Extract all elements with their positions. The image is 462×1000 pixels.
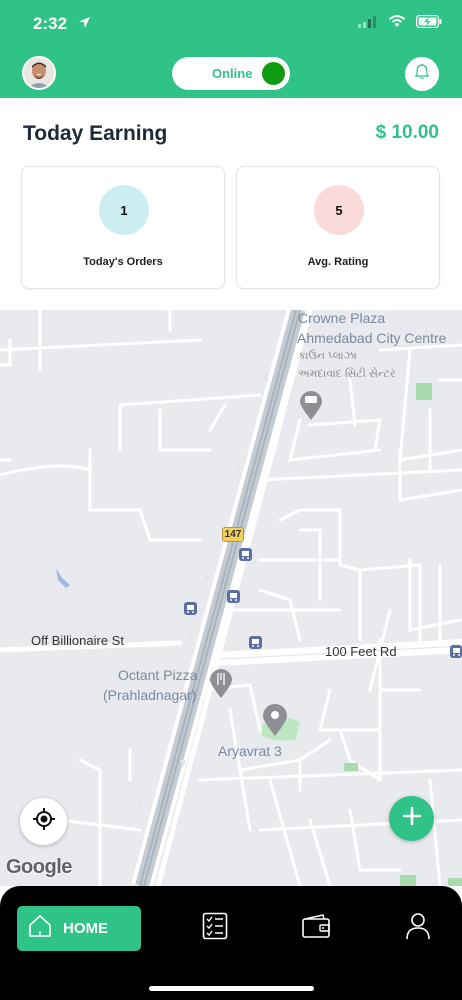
plus-icon [402,806,421,830]
online-toggle[interactable]: Online [172,57,290,90]
map-label-octant-2: (Prahladnagar) [103,687,197,703]
home-icon [27,913,53,944]
google-attribution: Google [6,856,72,878]
avatar[interactable] [22,56,56,90]
wallet-icon [301,913,331,944]
status-icons [358,14,442,33]
nav-orders-button[interactable] [200,912,230,945]
header: 2:32 Online [0,0,462,98]
online-toggle-label: Online [212,66,253,81]
signal-icon [358,15,378,33]
map-view[interactable]: Crowne Plaza Ahmedabad City Centre કાઉન … [0,310,462,886]
avg-rating-card[interactable]: 5 Avg. Rating [236,166,440,289]
map-label-crowne-1: Crowne Plaza [298,310,386,326]
map-label-100-feet-rd: 100 Feet Rd [325,644,397,659]
add-button[interactable] [389,796,434,841]
map-label-crowne-gu-2: અમદાવાદ સિટી સેન્ટર [298,368,396,380]
bell-icon [414,63,430,85]
status-time: 2:32 [33,14,68,33]
notification-button[interactable] [405,57,439,91]
battery-charging-icon [415,14,442,33]
home-indicator [149,986,314,991]
location-arrow-icon [78,16,91,34]
app: 2:32 Online Today Earning $ 10.00 1 Toda… [0,0,462,1000]
user-icon [405,912,431,945]
earnings-title: Today Earning [23,122,168,145]
todays-orders-value: 1 [99,185,149,235]
nav-home-label: HOME [63,920,108,937]
map-label-octant-1: Octant Pizza [118,667,198,683]
todays-orders-card[interactable]: 1 Today's Orders [21,166,225,289]
nav-profile-button[interactable] [403,912,433,945]
map-roads [0,310,462,886]
nav-home-button[interactable]: HOME [17,906,141,951]
map-label-off-billionaire: Off Billionaire St [31,633,124,648]
wifi-icon [388,15,406,33]
map-label-crowne-2: Ahmedabad City Centre [297,330,447,346]
todays-orders-label: Today's Orders [83,256,163,268]
earnings-amount: $ 10.00 [375,122,439,143]
bottom-nav: HOME [0,886,462,1000]
crosshair-icon [32,807,56,836]
locate-me-button[interactable] [20,798,67,845]
toggle-knob [262,62,285,85]
nav-wallet-button[interactable] [301,913,331,943]
avg-rating-value: 5 [314,185,364,235]
map-label-aryavrat: Aryavrat 3 [218,743,282,759]
map-label-crowne-gu-1: કાઉન પ્લાઝા [298,350,357,362]
route-badge: 147 [222,527,244,542]
checklist-icon [202,912,228,945]
avg-rating-label: Avg. Rating [307,256,369,268]
